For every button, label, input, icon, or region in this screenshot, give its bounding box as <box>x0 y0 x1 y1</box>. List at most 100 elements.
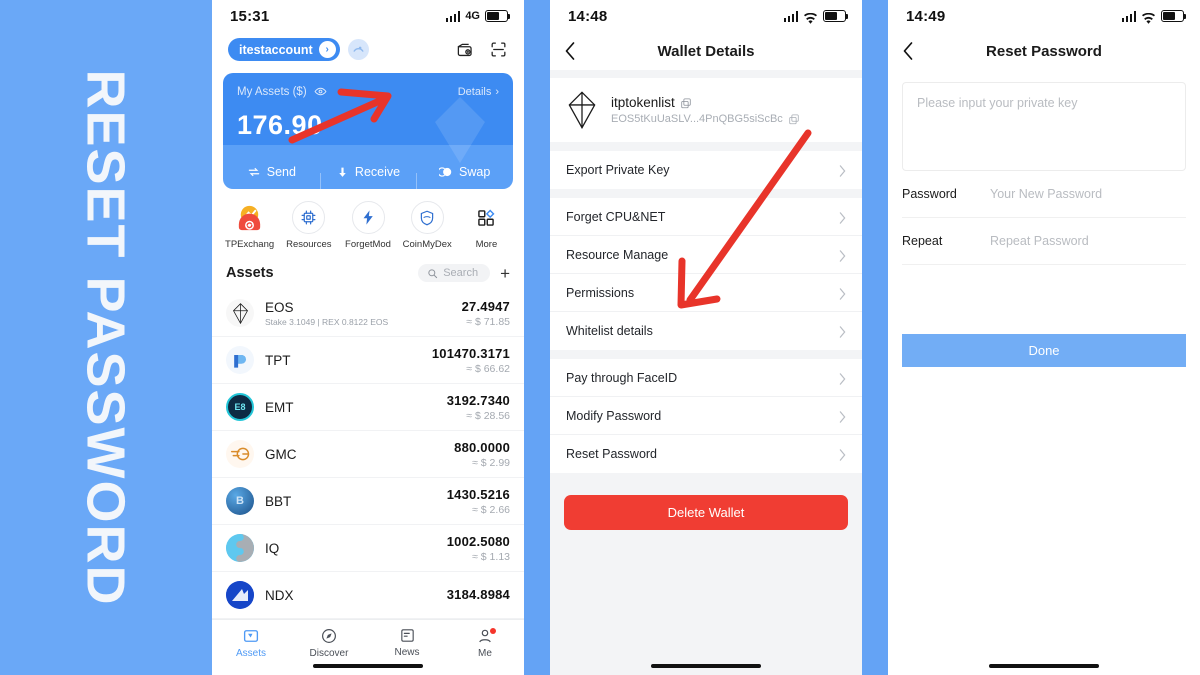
asset-usd-value: ≈ $ 2.99 <box>472 456 510 469</box>
status-bar: 14:49 <box>888 0 1200 32</box>
menu-item-modify-password[interactable]: Modify Password <box>550 397 862 435</box>
password-input[interactable]: Your New Password <box>990 187 1102 201</box>
table-row[interactable]: GMC 880.0000 ≈ $ 2.99 <box>212 431 524 478</box>
asset-symbol: EOS <box>265 299 294 315</box>
tab-me[interactable]: Me <box>446 627 524 659</box>
send-button[interactable]: Send <box>223 165 320 179</box>
account-chip[interactable]: itestaccount › <box>228 38 340 61</box>
chevron-right-icon <box>839 287 846 300</box>
asset-values: 3192.7340 ≈ $ 28.56 <box>447 393 510 422</box>
menu-group-resources: Forget CPU&NET Resource Manage Permissio… <box>550 198 862 350</box>
wallet-add-icon[interactable] <box>456 40 475 59</box>
tab-discover[interactable]: Discover <box>290 627 368 659</box>
table-row[interactable]: EOS Stake 3.1049 | REX 0.8122 EOS 27.494… <box>212 290 524 337</box>
tab-assets[interactable]: Assets <box>212 627 290 659</box>
table-row[interactable]: B BBT 1430.5216 ≈ $ 2.66 <box>212 478 524 525</box>
wallet-summary[interactable]: itptokenlist EOS5tKuUaSLV...4PnQBG5siScB… <box>550 78 862 142</box>
quick-action-forgetmode[interactable]: ForgetMod <box>338 201 397 250</box>
tab-label: Me <box>478 647 492 659</box>
swap-button[interactable]: Swap <box>416 165 513 189</box>
asset-usd-value: ≈ $ 2.66 <box>472 503 510 516</box>
asset-amount: 3184.8984 <box>446 586 510 602</box>
emt-coin-icon: E8 <box>226 393 254 421</box>
asset-info: NDX <box>265 588 436 603</box>
home-indicator <box>651 664 761 668</box>
table-row[interactable]: TPT 101470.3171 ≈ $ 66.62 <box>212 337 524 384</box>
chevron-left-icon[interactable] <box>902 41 914 61</box>
signal-bars-icon <box>1121 10 1136 22</box>
asset-symbol: EMT <box>265 399 294 415</box>
tab-label: News <box>394 647 420 658</box>
delete-wallet-button[interactable]: Delete Wallet <box>564 495 848 530</box>
tab-news[interactable]: News <box>368 627 446 658</box>
account-name: itestaccount <box>239 42 313 57</box>
repeat-password-input[interactable]: Repeat Password <box>990 234 1089 248</box>
scan-qr-icon[interactable] <box>489 40 508 59</box>
account-switcher[interactable]: itestaccount › <box>228 38 369 61</box>
assets-card-details-link[interactable]: Details › <box>458 86 499 98</box>
tpt-coin-icon <box>226 346 254 374</box>
assets-section-title: Assets <box>226 265 274 281</box>
search-icon <box>428 268 438 278</box>
chevron-right-icon <box>839 211 846 224</box>
menu-item-whitelist-details[interactable]: Whitelist details <box>550 312 862 350</box>
banner-title: RESET PASSWORD <box>76 68 137 607</box>
wallet-name-row: itptokenlist <box>611 95 799 110</box>
asset-amount: 27.4947 <box>461 298 510 314</box>
done-button[interactable]: Done <box>902 334 1186 367</box>
status-icons: 4G <box>445 10 511 22</box>
quick-action-label: TPExchang <box>225 239 275 250</box>
battery-icon <box>485 10 511 22</box>
menu-item-forget-cpu-net[interactable]: Forget CPU&NET <box>550 198 862 236</box>
search-input[interactable]: Search <box>418 264 491 282</box>
menu-group-security: Pay through FaceID Modify Password Reset… <box>550 359 862 473</box>
quick-action-resources[interactable]: Resources <box>279 201 338 250</box>
table-row[interactable]: IQ 1002.5080 ≈ $ 1.13 <box>212 525 524 572</box>
table-row[interactable]: E8 EMT 3192.7340 ≈ $ 28.56 <box>212 384 524 431</box>
menu-item-pay-through-faceid[interactable]: Pay through FaceID <box>550 359 862 397</box>
home-indicator <box>989 664 1099 668</box>
status-icons <box>783 10 849 24</box>
eos-coin-icon <box>226 299 254 327</box>
status-time: 15:31 <box>230 7 270 25</box>
send-label: Send <box>266 165 296 179</box>
chevron-right-icon <box>839 410 846 423</box>
compass-icon <box>322 628 336 643</box>
status-bar: 14:48 <box>550 0 862 32</box>
search-placeholder: Search <box>443 267 479 279</box>
eye-icon[interactable] <box>314 85 327 98</box>
quick-action-label: Resources <box>286 239 332 250</box>
assets-card-title: My Assets ($) <box>237 85 307 98</box>
status-time: 14:49 <box>906 7 946 25</box>
menu-item-reset-password[interactable]: Reset Password <box>550 435 862 473</box>
table-row[interactable]: NDX 3184.8984 <box>212 572 524 619</box>
repeat-field-row[interactable]: Repeat Repeat Password <box>902 218 1186 265</box>
quick-action-tpexchange[interactable]: TPExchang <box>220 201 279 250</box>
wallet-address-row: EOS5tKuUaSLV...4PnQBG5siScBc <box>611 113 799 125</box>
menu-label: Whitelist details <box>566 324 653 338</box>
menu-item-export-private-key[interactable]: Export Private Key <box>550 151 862 189</box>
asset-list: EOS Stake 3.1049 | REX 0.8122 EOS 27.494… <box>212 290 524 619</box>
menu-item-resource-manage[interactable]: Resource Manage <box>550 236 862 274</box>
chevron-left-icon[interactable] <box>564 41 576 61</box>
asset-info: EMT <box>265 400 436 415</box>
quick-action-more[interactable]: More <box>457 201 516 250</box>
assets-card-top: My Assets ($) Details › 176.90 <box>223 73 513 163</box>
account-avatar-icon[interactable] <box>347 39 369 60</box>
copy-icon[interactable] <box>789 113 799 125</box>
status-bar: 15:31 4G <box>212 0 524 32</box>
asset-info: IQ <box>265 541 436 556</box>
password-label: Password <box>902 187 957 201</box>
receive-button[interactable]: Receive <box>319 165 417 189</box>
menu-item-permissions[interactable]: Permissions <box>550 274 862 312</box>
tab-label: Discover <box>309 647 349 659</box>
password-field-row[interactable]: Password Your New Password <box>902 171 1186 218</box>
asset-usd-value: ≈ $ 28.56 <box>466 409 510 422</box>
chevron-right-icon <box>839 372 846 385</box>
add-token-button[interactable]: + <box>500 265 510 282</box>
private-key-input[interactable]: Please input your private key <box>902 82 1186 171</box>
asset-values: 880.0000 ≈ $ 2.99 <box>454 440 510 469</box>
copy-icon[interactable] <box>681 97 691 109</box>
asset-info: GMC <box>265 447 443 462</box>
quick-action-coinmydex[interactable]: CoinMyDex <box>398 201 457 250</box>
